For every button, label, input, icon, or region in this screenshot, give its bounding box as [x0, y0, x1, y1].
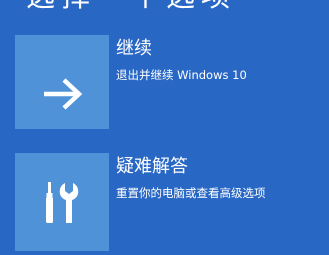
tools-icon: [46, 182, 79, 223]
page-title: 选择一个选项: [26, 0, 326, 10]
troubleshoot-title: 疑难解答: [116, 156, 188, 177]
option-continue[interactable]: 继续 退出并继续 Windows 10: [15, 35, 315, 129]
continue-description: 退出并继续 Windows 10: [116, 68, 247, 82]
troubleshoot-description: 重置你的电脑或查看高级选项: [116, 186, 266, 200]
continue-title: 继续: [116, 38, 152, 59]
continue-tile[interactable]: [15, 35, 109, 129]
option-troubleshoot[interactable]: 疑难解答 重置你的电脑或查看高级选项: [15, 153, 315, 251]
arrow-right-icon: [44, 78, 83, 110]
troubleshoot-tile[interactable]: [15, 153, 109, 251]
